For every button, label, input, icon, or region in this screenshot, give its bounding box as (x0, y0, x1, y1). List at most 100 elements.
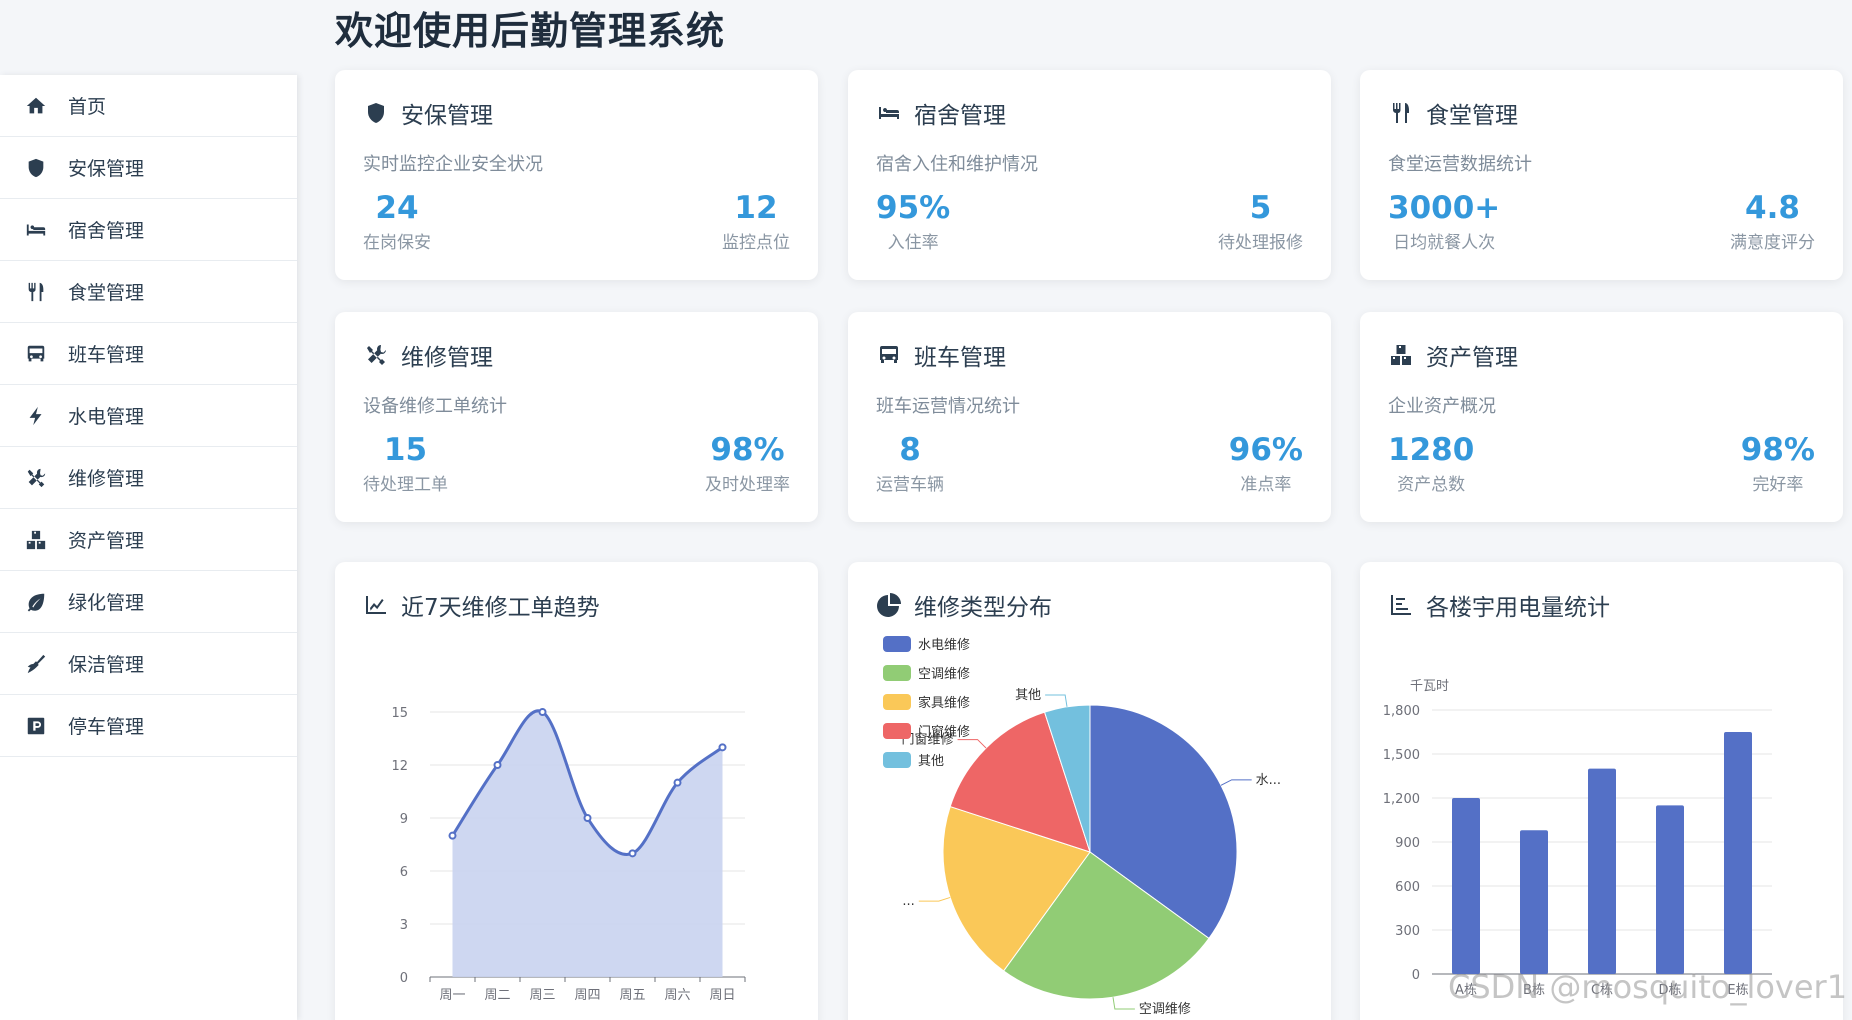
stat-label: 资产总数 (1397, 475, 1466, 495)
y-tick-label: 12 (391, 759, 408, 774)
legend-swatch (883, 723, 911, 739)
stat-value: 8 (899, 432, 921, 468)
card-title: 宿舍管理 (914, 103, 1006, 129)
boxes-icon (1388, 342, 1418, 368)
sidebar-item-label: 绿化管理 (68, 592, 145, 614)
y-tick-label: 1,200 (1383, 792, 1420, 807)
stat-value: 1280 (1388, 432, 1475, 468)
trend-point (583, 814, 592, 822)
legend-label: 空调维修 (918, 667, 970, 682)
stat-value: 98% (710, 432, 785, 468)
tools-icon (363, 342, 393, 368)
bolt-icon (22, 404, 50, 428)
stat-label: 满意度评分 (1730, 233, 1815, 253)
y-tick-label: 3 (400, 918, 408, 933)
sidebar: 首页安保管理宿舍管理食堂管理班车管理水电管理维修管理资产管理绿化管理保洁管理 停车… (0, 75, 297, 1020)
x-tick-label: 周三 (529, 988, 555, 1003)
y-tick-label: 0 (400, 971, 408, 986)
stat-item: 1280 资产总数 (1388, 432, 1474, 495)
x-tick-label: 周六 (664, 988, 690, 1003)
sidebar-item-label: 安保管理 (68, 158, 145, 180)
y-axis-unit: 千瓦时 (1410, 679, 1449, 694)
power-chart: 千瓦时03006009001,2001,5001,800A栋 B栋 C栋 D栋 E栋 (1383, 679, 1772, 998)
sidebar-item-label: 维修管理 (68, 468, 145, 490)
stat-item: 95% 入住率 (876, 190, 950, 253)
card-title: 班车管理 (914, 345, 1006, 371)
card-description: 食堂运营数据统计 (1388, 154, 1532, 175)
power-bar (1588, 768, 1616, 974)
trend-point (538, 708, 547, 716)
sidebar-item-8[interactable]: 绿化管理 (0, 571, 297, 633)
stat-label: 待处理工单 (363, 475, 448, 495)
home-icon (22, 94, 50, 118)
sidebar-item-4[interactable]: 班车管理 (0, 323, 297, 385)
pie-slice-label: 水... (1256, 773, 1281, 788)
sidebar-item-10[interactable]: 停车管理 (0, 695, 297, 757)
stat-label: 准点率 (1240, 475, 1292, 495)
sidebar-item-label: 宿舍管理 (68, 220, 145, 242)
sidebar-item-9[interactable]: 保洁管理 (0, 633, 297, 695)
bus-icon (22, 342, 50, 366)
stat-value: 15 (383, 432, 428, 468)
utensils-icon (1388, 100, 1418, 126)
card-title: 维修管理 (401, 345, 493, 371)
sidebar-item-0[interactable]: 首页 (0, 75, 297, 137)
pie-label-line (957, 739, 987, 749)
pie-label-line (918, 896, 951, 902)
stat-item: 96% 准点率 (1229, 432, 1303, 495)
stat-card-1[interactable]: 宿舍管理 宿舍入住和维护情况 95% 入住率 5 待处理报修 (848, 70, 1331, 280)
pie-label-line (1045, 694, 1068, 707)
sidebar-item-3[interactable]: 食堂管理 (0, 261, 297, 323)
bed-icon (876, 100, 906, 126)
pie-slice-label: 空调维修 (1139, 1002, 1191, 1017)
stat-item: 24 在岗保安 (363, 190, 431, 253)
stat-card-3[interactable]: 维修管理 设备维修工单统计 15 待处理工单 98% 及时处理率 (335, 312, 818, 522)
stat-label: 完好率 (1752, 475, 1804, 495)
sidebar-item-label: 食堂管理 (68, 282, 145, 304)
sidebar-item-1[interactable]: 安保管理 (0, 137, 297, 199)
stat-item: 3000+ 日均就餐人次 (1388, 190, 1500, 253)
utensils-icon (22, 280, 50, 304)
sidebar-item-5[interactable]: 水电管理 (0, 385, 297, 447)
stat-value: 98% (1740, 432, 1815, 468)
sidebar-item-2[interactable]: 宿舍管理 (0, 199, 297, 261)
parking-icon (22, 714, 50, 738)
stat-card-4[interactable]: 班车管理 班车运营情况统计 8 运营车辆 96% 准点率 (848, 312, 1331, 522)
stat-value: 12 (734, 190, 778, 226)
shield-icon (363, 100, 393, 126)
sidebar-item-6[interactable]: 维修管理 (0, 447, 297, 509)
watermark: CSDN @mosquito_lover1 (1448, 968, 1848, 1006)
bed-icon (22, 218, 50, 242)
stat-card-5[interactable]: 资产管理 企业资产概况 1280 资产总数 98% 完好率 (1360, 312, 1843, 522)
power-bar (1656, 805, 1684, 974)
trend-point (448, 831, 457, 840)
bus-icon (876, 342, 906, 368)
stat-value: 96% (1228, 432, 1303, 468)
legend-label: 门窗维修 (918, 724, 970, 740)
stat-item: 4.8 满意度评分 (1730, 190, 1815, 253)
stat-card-0[interactable]: 安保管理 实时监控企业安全状况 24 在岗保安 12 监控点位 (335, 70, 818, 280)
card-description: 设备维修工单统计 (363, 396, 507, 417)
trend-point (718, 743, 727, 752)
stat-label: 入住率 (887, 233, 939, 253)
card-title: 食堂管理 (1426, 103, 1518, 129)
stat-label: 运营车辆 (876, 475, 944, 495)
stat-label: 在岗保安 (363, 233, 431, 253)
sidebar-item-label: 班车管理 (68, 344, 145, 366)
card-description: 企业资产概况 (1388, 396, 1496, 417)
x-tick-label: 周一 (439, 988, 465, 1003)
sidebar-item-7[interactable]: 资产管理 (0, 509, 297, 571)
power-bar (1520, 830, 1548, 974)
stat-item: 12 监控点位 (722, 190, 790, 253)
stat-item: 8 运营车辆 (876, 432, 944, 495)
stat-label: 待处理报修 (1218, 233, 1303, 253)
stat-card-2[interactable]: 食堂管理食堂运营数据统计 3000+ 日均就餐人次 4.8 满意度评分 (1360, 70, 1843, 280)
y-tick-label: 1,800 (1383, 704, 1420, 719)
pie-chart-card: 维修类型分布 水... 空调维修... 门窗维修 其他 水电维修 空调维修 家具维修 门窗维修… (848, 562, 1331, 1020)
sidebar-item-label: 水电管理 (68, 406, 145, 428)
stat-value: 5 (1249, 190, 1272, 226)
pie-slice-label: ... (902, 894, 914, 909)
legend-swatch (883, 752, 911, 768)
x-tick-label: 周四 (574, 988, 600, 1003)
tools-icon (22, 466, 50, 490)
